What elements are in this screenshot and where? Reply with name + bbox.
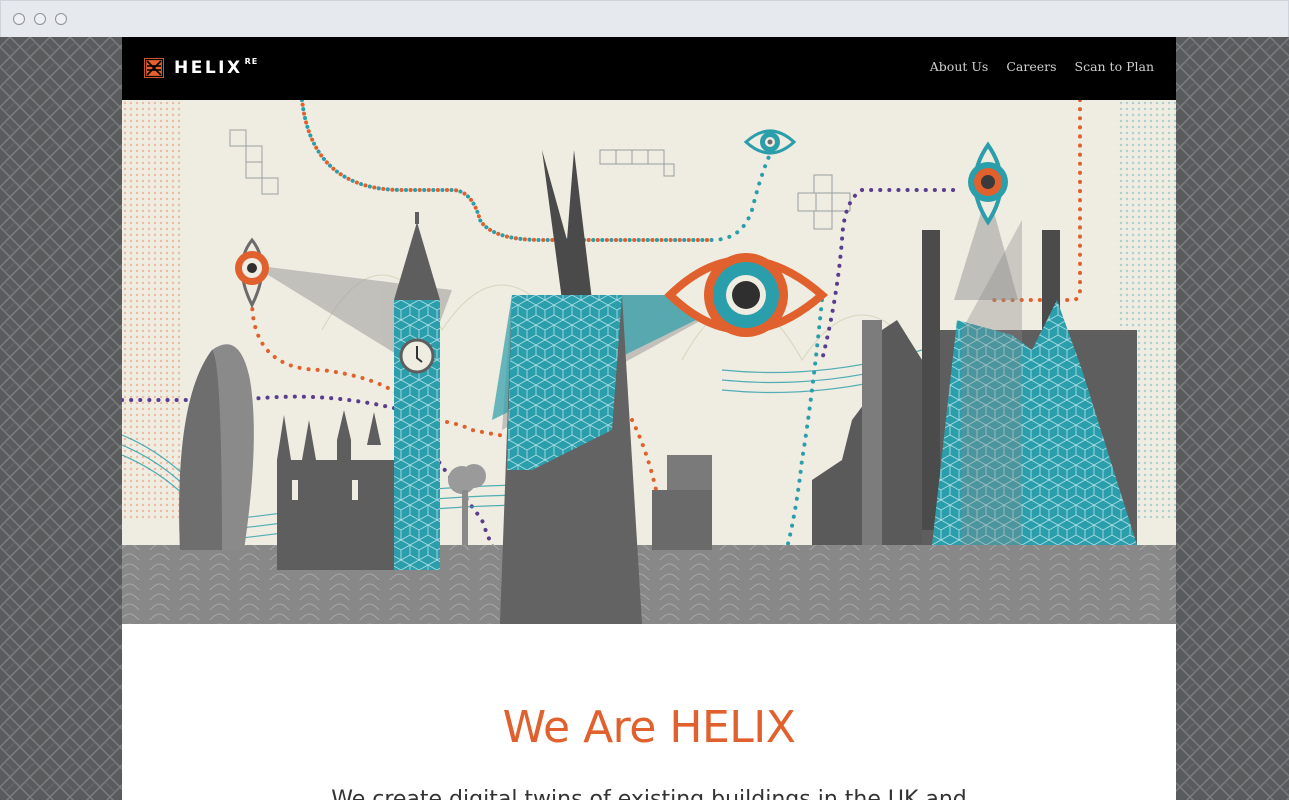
window-minimize-button[interactable] [34,13,46,25]
brand-name: HELIX [174,58,243,78]
nav-about-us[interactable]: About Us [930,59,989,74]
browser-window-chrome [0,0,1289,38]
nav-scan-to-plan[interactable]: Scan to Plan [1075,59,1154,74]
page-container: HELIX RE About Us Careers Scan to Plan W… [122,37,1176,800]
browser-viewport: HELIX RE About Us Careers Scan to Plan W… [0,37,1289,800]
brand-suffix: RE [244,57,259,66]
site-header: HELIX RE About Us Careers Scan to Plan [122,37,1176,100]
london-skyline-illustration [122,100,1176,624]
page-headline: We Are HELIX [502,702,796,753]
brand-logo[interactable]: HELIX RE [144,57,259,78]
nav-careers[interactable]: Careers [1006,59,1056,74]
window-maximize-button[interactable] [55,13,67,25]
intro-text: We create digital twins of existing buil… [331,787,967,800]
helix-logo-icon [144,58,164,78]
hero-illustration [122,100,1176,624]
main-nav: About Us Careers Scan to Plan [930,59,1154,74]
window-close-button[interactable] [13,13,25,25]
